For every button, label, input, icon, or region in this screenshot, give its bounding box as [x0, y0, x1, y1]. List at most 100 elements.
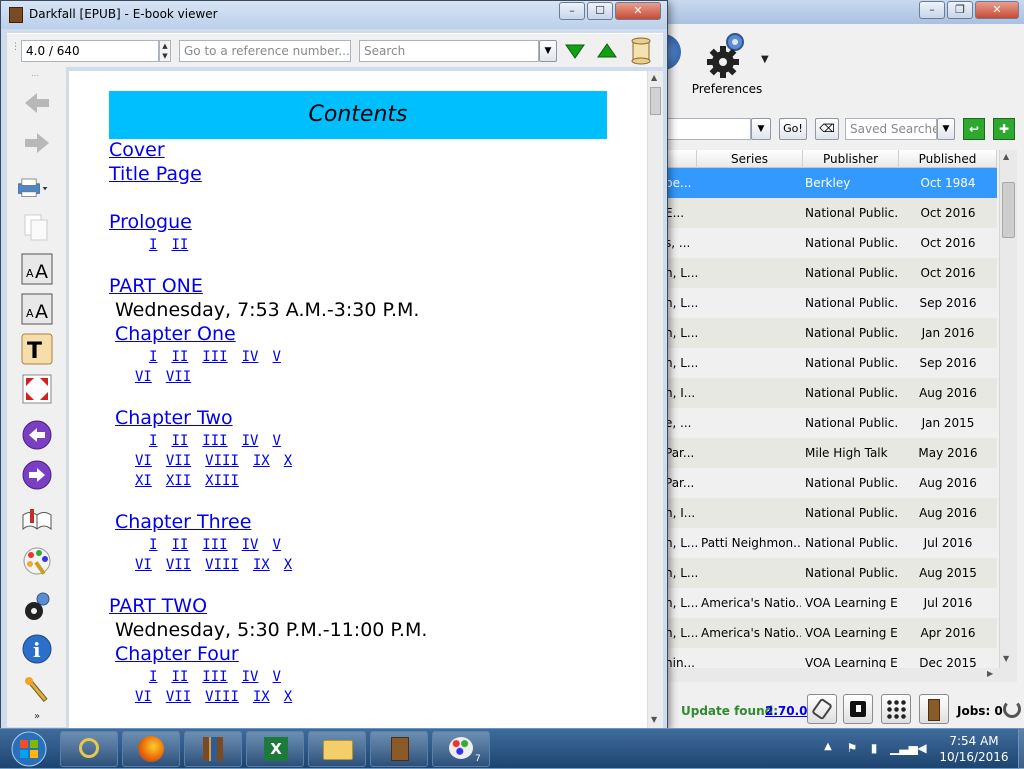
search-history-dropdown[interactable]: ▼ [751, 118, 771, 140]
book-table-vertical-scrollbar[interactable]: ▲ ▼ [999, 150, 1017, 668]
toc-section-link[interactable]: I [149, 237, 157, 253]
saved-search-add-icon[interactable]: ✚ [993, 118, 1015, 140]
fullscreen-icon[interactable] [21, 373, 53, 405]
toc-section-link[interactable]: XI [135, 473, 152, 489]
tray-volume-icon[interactable]: ◀ [914, 741, 930, 757]
taskbar-file-explorer[interactable] [308, 731, 366, 767]
scrollbar-thumb[interactable] [1002, 182, 1015, 238]
table-row[interactable]: n, L... National Public... Sep 2016 [661, 288, 997, 318]
tag-icon[interactable] [807, 694, 837, 724]
viewer-maximize-button[interactable]: ☐ [587, 2, 613, 20]
saved-searches-input[interactable]: Saved Searches [845, 118, 937, 140]
table-row[interactable]: Par... National Public... Aug 2016 [661, 468, 997, 498]
table-row[interactable]: e, ... National Public... Jan 2015 [661, 408, 997, 438]
table-row[interactable]: n, L... National Public... Sep 2016 [661, 348, 997, 378]
saved-searches-dropdown[interactable]: ▼ [937, 118, 955, 140]
table-row[interactable]: n, I... National Public... Aug 2016 [661, 498, 997, 528]
toc-section-link[interactable]: V [272, 537, 280, 553]
toc-section-link[interactable]: IV [242, 433, 259, 449]
grid-view-icon[interactable] [881, 694, 911, 724]
toc-section-link[interactable]: XIII [205, 473, 239, 489]
toc-section-link[interactable]: X [284, 689, 292, 705]
toc-section-link[interactable]: VI [135, 369, 152, 385]
toc-section-link[interactable]: VIII [205, 453, 239, 469]
toc-section-link[interactable]: I [149, 349, 157, 365]
font-size-smaller-icon[interactable]: AA [21, 293, 53, 325]
table-row[interactable]: E... National Public... Oct 2016 [661, 198, 997, 228]
table-row[interactable]: n, L... Patti Neighmon... National Public.… [661, 528, 997, 558]
tray-flag-icon[interactable]: ⚑ [844, 741, 860, 757]
toc-section-link[interactable]: VI [135, 689, 152, 705]
toc-section-link[interactable]: VII [166, 557, 191, 573]
previous-page-icon[interactable] [21, 419, 53, 451]
library-close-button[interactable]: ✕ [975, 1, 1019, 19]
more-tools-chevron-icon[interactable]: » [34, 711, 40, 722]
viewer-minimize-button[interactable]: – [559, 2, 585, 20]
table-row[interactable]: n, L... National Public... Aug 2015 [661, 558, 997, 588]
position-spinbox-arrows[interactable]: ▲ ▼ [159, 40, 171, 62]
theme-palette-icon[interactable] [21, 545, 53, 577]
toc-section-link[interactable]: II [171, 433, 188, 449]
toc-section-link[interactable]: VIII [205, 689, 239, 705]
toc-section-link[interactable]: III [202, 537, 227, 553]
taskbar-paint[interactable]: 7 [432, 731, 490, 767]
toc-section-link[interactable]: X [284, 453, 292, 469]
toc-section-link[interactable]: IV [242, 669, 259, 685]
saved-search-copy-icon[interactable]: ↩ [963, 118, 985, 140]
taskbar-calibre-library[interactable] [184, 731, 242, 767]
toc-section-link[interactable]: III [202, 433, 227, 449]
position-spinbox[interactable]: 4.0 / 640 [21, 40, 159, 62]
library-search-input[interactable] [661, 118, 751, 140]
toc-link-title-page[interactable]: Title Page [109, 163, 202, 185]
toc-section-link[interactable]: V [272, 669, 280, 685]
taskbar-search-app[interactable] [60, 731, 118, 767]
column-header-publisher[interactable]: Publisher [803, 150, 899, 168]
toc-section-link[interactable]: III [202, 669, 227, 685]
table-row[interactable]: n, L... National Public... Jan 2016 [661, 318, 997, 348]
info-icon[interactable]: i [21, 633, 53, 665]
toc-link-part-one[interactable]: PART ONE [109, 275, 203, 297]
table-row[interactable]: n, I... National Public... Aug 2016 [661, 378, 997, 408]
toc-section-link[interactable]: II [171, 349, 188, 365]
toc-section-link[interactable]: III [202, 349, 227, 365]
jobs-label[interactable]: Jobs: 0 [957, 704, 1003, 718]
column-header-published[interactable]: Published [899, 150, 997, 168]
toc-section-link[interactable]: IX [253, 453, 270, 469]
viewer-search-dropdown[interactable]: ▼ [539, 40, 557, 62]
toc-section-link[interactable]: I [149, 537, 157, 553]
book-details-icon[interactable] [843, 694, 873, 724]
toc-section-link[interactable]: VII [166, 689, 191, 705]
clear-search-icon[interactable]: ⌫ [815, 118, 839, 140]
toc-section-link[interactable]: VI [135, 557, 152, 573]
toc-section-link[interactable]: XII [166, 473, 191, 489]
find-next-icon[interactable] [565, 43, 585, 59]
reference-input[interactable]: Go to a reference number... [179, 40, 351, 62]
library-restore-button[interactable]: ❐ [947, 1, 973, 19]
toc-link-cover[interactable]: Cover [109, 139, 165, 161]
table-row[interactable]: n, L... National Public... Oct 2016 [661, 258, 997, 288]
book-table-horizontal-scrollbar[interactable]: ▶ [661, 668, 1017, 682]
tray-power-icon[interactable]: ▮ [866, 741, 882, 757]
toc-section-link[interactable]: IV [242, 537, 259, 553]
forward-arrow-icon[interactable] [21, 127, 53, 159]
table-row[interactable]: n, L... America's Natio... VOA Learning E.… [661, 588, 997, 618]
toc-link-chapter-two[interactable]: Chapter Two [115, 407, 233, 429]
table-of-contents-icon[interactable] [21, 507, 53, 539]
toc-section-link[interactable]: IV [242, 349, 259, 365]
toc-section-link[interactable]: V [272, 433, 280, 449]
show-desktop-button[interactable] [1018, 729, 1024, 769]
taskbar-firefox[interactable] [122, 731, 180, 767]
content-vertical-scrollbar[interactable]: ▲ ▼ [647, 71, 663, 729]
table-row[interactable]: n, L... America's Natio... VOA Learning E.… [661, 618, 997, 648]
taskbar-excel[interactable]: X [246, 731, 304, 767]
magic-wand-icon[interactable] [21, 673, 53, 705]
toc-link-part-two[interactable]: PART TWO [109, 595, 207, 617]
toc-section-link[interactable]: IX [253, 689, 270, 705]
content-scrollbar-thumb[interactable] [650, 87, 661, 115]
table-row[interactable]: Par... Mile High Talk May 2016 [661, 438, 997, 468]
toc-section-link[interactable]: VIII [205, 557, 239, 573]
viewer-close-button[interactable]: ✕ [615, 2, 661, 20]
print-icon[interactable] [17, 171, 49, 203]
taskbar-ebook-viewer[interactable] [370, 731, 428, 767]
toc-link-chapter-four[interactable]: Chapter Four [115, 643, 239, 665]
